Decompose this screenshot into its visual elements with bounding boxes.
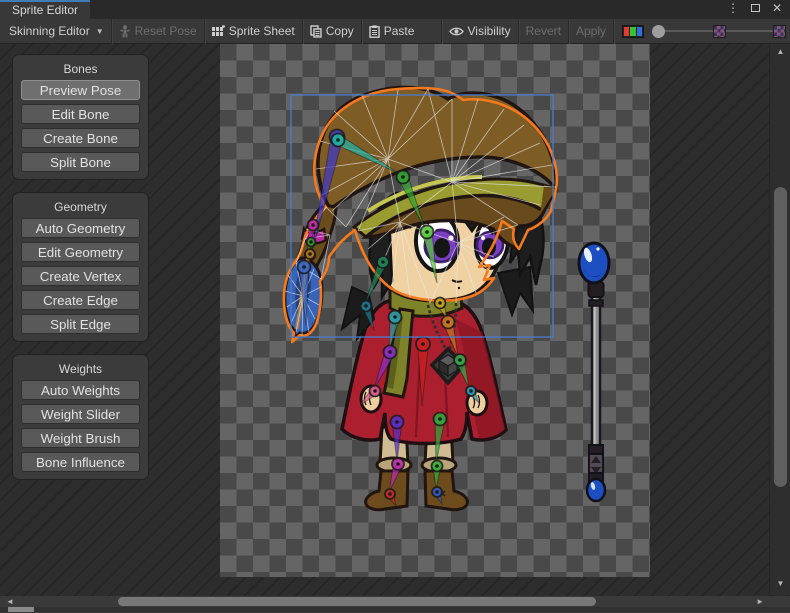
window-controls: ⋮ ✕ [727,1,782,15]
horizontal-scrollbar[interactable]: ◄ ► [0,596,790,607]
copy-label: Copy [326,24,354,38]
pose-person-icon [119,25,131,38]
apply-button[interactable]: Apply [569,19,613,44]
sprite-canvas[interactable] [220,44,650,577]
tab-sprite-editor[interactable]: Sprite Editor [0,0,90,19]
preview-pose-button[interactable]: Preview Pose [21,80,140,100]
panel-weights-title: Weights [21,362,140,376]
split-bone-button[interactable]: Split Bone [21,152,140,172]
horizontal-scroll-thumb[interactable] [118,597,596,606]
create-vertex-button[interactable]: Create Vertex [21,266,140,286]
panel-geometry: Geometry Auto Geometry Edit Geometry Cre… [12,192,149,342]
editor-content: Bones Preview Pose Edit Bone Create Bone… [0,44,790,612]
sprite-sheet-label: Sprite Sheet [229,24,295,38]
create-edge-button[interactable]: Create Edge [21,290,140,310]
toolbar-separator [613,19,614,44]
auto-geometry-button[interactable]: Auto Geometry [21,218,140,238]
paste-label: Paste [384,24,415,38]
swatch-green-bar [630,27,635,36]
auto-weights-button[interactable]: Auto Weights [21,380,140,400]
sprite-artwork [220,44,650,577]
paste-icon [369,25,380,38]
vertical-scrollbar[interactable]: ▲ ▼ [769,44,790,595]
paste-button[interactable]: Paste [362,19,422,44]
scroll-down-arrow[interactable]: ▼ [770,580,790,588]
visibility-button[interactable]: Visibility [442,19,518,44]
copy-icon [310,25,322,38]
close-icon[interactable]: ✕ [772,1,782,15]
visibility-label: Visibility [468,24,511,38]
scroll-up-arrow[interactable]: ▲ [770,48,790,56]
slider-handle[interactable] [652,25,665,38]
staff-sprite[interactable] [579,243,609,501]
tab-title: Sprite Editor [12,3,78,17]
mode-dropdown-label: Skinning Editor [9,24,90,38]
mode-dropdown[interactable]: Skinning Editor ▼ [2,19,111,44]
revert-button[interactable]: Revert [519,19,568,44]
swatch-red-bar [624,27,629,36]
panel-geometry-title: Geometry [21,200,140,214]
weight-slider-button[interactable]: Weight Slider [21,404,140,424]
weight-brush-button[interactable]: Weight Brush [21,428,140,448]
revert-label: Revert [526,24,561,38]
vertical-scroll-thumb[interactable] [774,187,787,487]
color-swatch-button[interactable] [622,25,644,38]
menu-icon[interactable]: ⋮ [727,1,739,15]
create-bone-button[interactable]: Create Bone [21,128,140,148]
split-edge-button[interactable]: Split Edge [21,314,140,334]
panel-bones-title: Bones [21,62,140,76]
edit-geometry-button[interactable]: Edit Geometry [21,242,140,262]
reset-pose-button[interactable]: Reset Pose [112,19,204,44]
sprite-opacity-icon [713,25,726,38]
edit-bone-button[interactable]: Edit Bone [21,104,140,124]
sprite-sheet-grid-icon [212,25,225,37]
panel-bones: Bones Preview Pose Edit Bone Create Bone… [12,54,149,180]
window-bottom-edge [0,607,790,612]
copy-button[interactable]: Copy [303,19,361,44]
opacity-slider [652,25,786,38]
eye-icon [449,26,464,37]
panel-weights: Weights Auto Weights Weight Slider Weigh… [12,354,149,480]
slider-track[interactable] [726,30,774,32]
toolbar: Skinning Editor ▼ Reset Pose Sprite Shee… [0,19,790,44]
reset-pose-label: Reset Pose [135,24,197,38]
bone-influence-button[interactable]: Bone Influence [21,452,140,472]
apply-label: Apply [576,24,606,38]
maximize-icon[interactable] [751,4,760,12]
tab-bar: Sprite Editor ⋮ ✕ [0,0,790,19]
mesh-opacity-icon [773,25,786,38]
sprite-sheet-button[interactable]: Sprite Sheet [205,19,302,44]
chevron-down-icon: ▼ [96,27,104,36]
scroll-left-arrow[interactable]: ◄ [6,596,14,607]
scroll-right-arrow[interactable]: ► [756,596,764,607]
swatch-blue-bar [637,27,642,36]
slider-track[interactable] [665,30,713,32]
bottom-left-grip [8,607,34,612]
